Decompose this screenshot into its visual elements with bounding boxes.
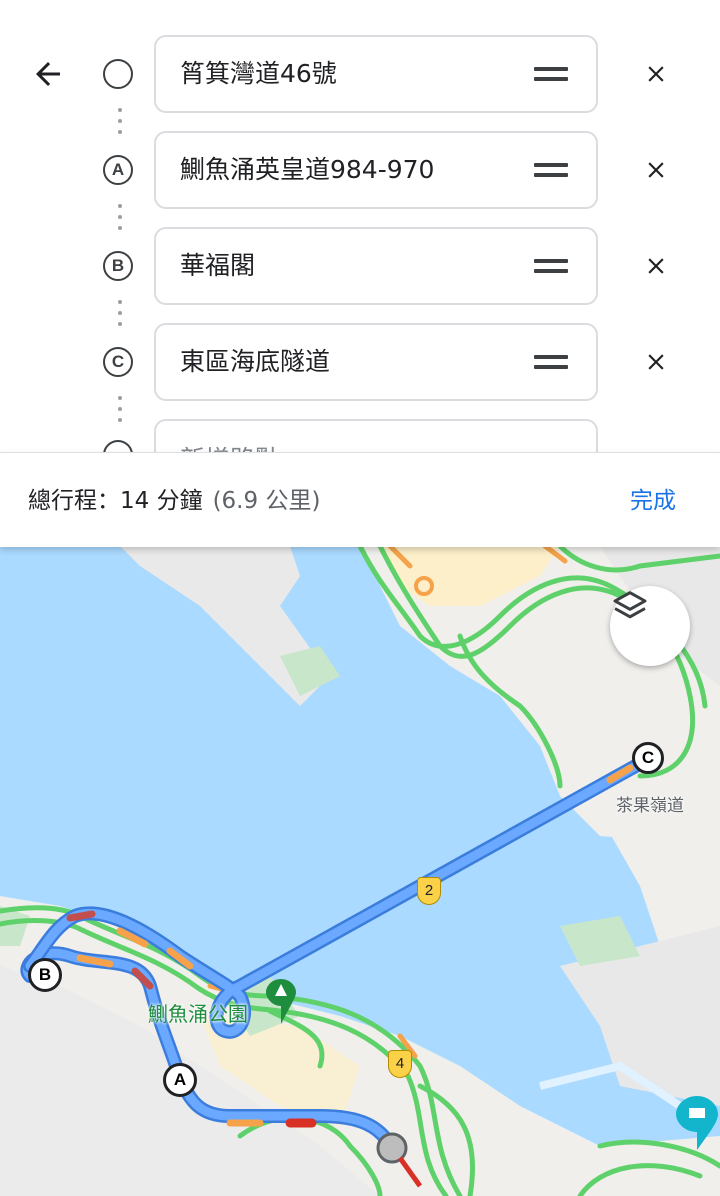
drag-handle-icon[interactable] [534,355,568,371]
remove-stop-button[interactable] [636,54,676,94]
close-icon [648,258,664,274]
stop-b-marker: B [103,251,133,281]
done-button[interactable]: 完成 [630,453,676,549]
route-summary-bar: 總行程：14 分鐘 (6.9 公里) 完成 [0,452,720,547]
map-marker-c[interactable]: C [632,742,664,774]
drag-handle-icon[interactable] [534,67,568,83]
start-field[interactable]: 筲箕灣道46號 [154,35,598,113]
arrow-left-icon [36,62,60,86]
route-shield-2: 2 [417,877,441,905]
road-label: 茶果嶺道 [616,796,684,816]
start-field-text: 筲箕灣道46號 [180,59,337,88]
trip-duration: 總行程：14 分鐘 [28,488,203,514]
stop-b-field[interactable]: 華福閣 [154,227,598,305]
new-stop-marker [103,440,133,452]
stop-a-field[interactable]: 鰂魚涌英皇道984-970 [154,131,598,209]
trip-distance: (6.9 公里) [212,488,321,514]
park-label: 鰂魚涌公園 [148,1002,248,1026]
layers-button[interactable] [610,586,690,666]
remove-stop-button[interactable] [636,150,676,190]
back-button[interactable] [24,50,72,98]
stop-c-field-text: 東區海底隧道 [180,347,331,376]
layers-icon [613,591,647,619]
close-icon [648,162,664,178]
add-stop-field[interactable]: 新增路點 [154,419,598,452]
close-icon [648,66,664,82]
map-marker-a[interactable]: A [163,1063,197,1097]
trip-total: 總行程：14 分鐘 (6.9 公里) [28,453,320,549]
map-marker-b[interactable]: B [28,958,62,992]
remove-stop-button[interactable] [636,342,676,382]
add-stop-placeholder: 新增路點 [180,421,280,452]
stop-c-field[interactable]: 東區海底隧道 [154,323,598,401]
directions-panel: 筲箕灣道46號 A 鰂魚涌英皇道984-970 B 華福閣 C 東區海底隧道 [0,0,720,452]
remove-stop-button[interactable] [636,246,676,286]
stop-c-marker: C [103,347,133,377]
stop-b-field-text: 華福閣 [180,251,256,280]
drag-handle-icon[interactable] [534,259,568,275]
drag-handle-icon[interactable] [534,163,568,179]
map-canvas [0,546,720,1196]
map-view[interactable]: 2 4 C B A 鰂魚涌公園 茶果嶺道 [0,546,720,1196]
stop-a-marker: A [103,155,133,185]
start-marker [103,59,133,89]
route-shield-4: 4 [388,1050,412,1078]
close-icon [648,354,664,370]
stop-a-field-text: 鰂魚涌英皇道984-970 [180,155,435,184]
